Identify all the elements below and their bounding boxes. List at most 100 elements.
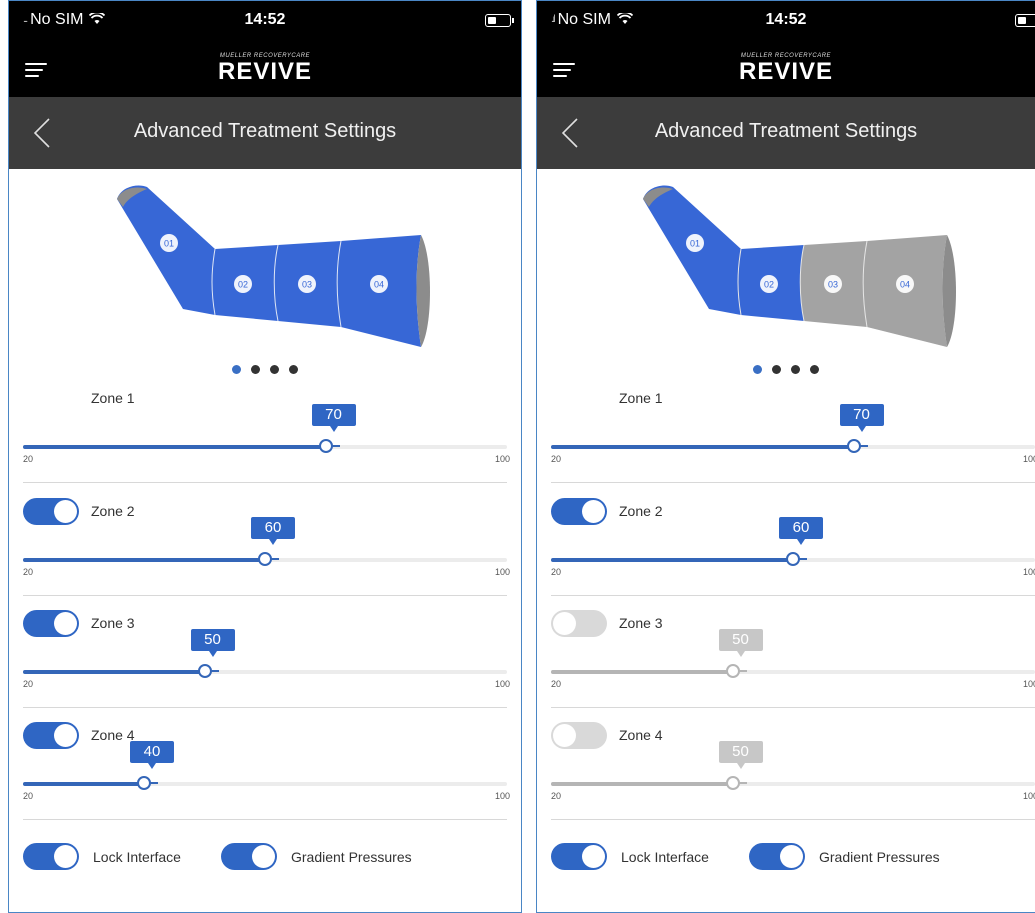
slider-thumb[interactable] xyxy=(258,552,279,566)
sleeve-zone-badge: 04 xyxy=(896,275,914,293)
zone-label: Zone 3 xyxy=(91,615,135,631)
zone-3-control: Zone 3 50 20 100 xyxy=(23,610,510,727)
slider-value-bubble: 70 xyxy=(839,404,884,432)
app-logo: MUELLER RECOVERYCARE REVIVE xyxy=(537,53,1035,85)
phone-screen-right: ..ıl No SIM 14:52 MUELLER RECOVERYCARE RE… xyxy=(536,0,1035,913)
slider-min-label: 20 xyxy=(23,567,34,577)
page-dot[interactable] xyxy=(791,365,800,374)
page-dot[interactable] xyxy=(810,365,819,374)
slider-value-bubble: 70 xyxy=(311,404,356,432)
slider-min-label: 20 xyxy=(551,791,562,801)
zone-4-control: Zone 4 40 20 100 xyxy=(23,722,510,839)
slider-value-bubble: 40 xyxy=(130,741,174,769)
zone-2-control: Zone 2 60 20 100 xyxy=(551,498,1035,615)
slider-max-label: 100 xyxy=(1022,679,1035,689)
divider xyxy=(23,819,507,820)
svg-text:04: 04 xyxy=(374,280,384,290)
compression-sleeve-diagram: 01 02 03 04 xyxy=(117,185,430,347)
zone-2-toggle[interactable] xyxy=(23,498,79,525)
page-dot[interactable] xyxy=(753,365,762,374)
divider xyxy=(23,482,507,483)
zone-3-toggle[interactable] xyxy=(23,610,79,637)
app-header: MUELLER RECOVERYCARE REVIVE xyxy=(9,51,521,97)
slider-max-label: 100 xyxy=(1022,454,1035,464)
svg-text:01: 01 xyxy=(690,239,700,249)
gradient-pressures-toggle[interactable] xyxy=(221,843,277,870)
page-dot[interactable] xyxy=(251,365,260,374)
toggle-knob xyxy=(553,612,576,635)
slider-thumb[interactable] xyxy=(197,664,219,678)
zone-label: Zone 3 xyxy=(619,615,663,631)
pressure-slider[interactable] xyxy=(551,439,1035,453)
pressure-slider[interactable] xyxy=(551,552,1035,566)
slider-fill xyxy=(23,558,265,562)
zone-3-toggle[interactable] xyxy=(551,610,607,637)
logo-brand-big: REVIVE xyxy=(217,58,313,85)
lock-interface-toggle[interactable] xyxy=(551,843,607,870)
slider-value-bubble: 60 xyxy=(779,517,823,545)
divider xyxy=(551,707,1035,708)
slider-max-label: 100 xyxy=(494,791,510,801)
divider xyxy=(23,595,507,596)
zone-label: Zone 4 xyxy=(619,727,663,743)
slider-value-bubble: 60 xyxy=(251,517,295,545)
sleeve-zone-badge: 03 xyxy=(824,275,842,293)
slider-min-label: 20 xyxy=(551,454,562,464)
page-dot[interactable] xyxy=(772,365,781,374)
slider-max-label: 100 xyxy=(1022,791,1035,801)
slider-value-bubble: 50 xyxy=(718,629,763,657)
slider-min-label: 20 xyxy=(23,454,34,464)
pressure-slider[interactable] xyxy=(551,776,1035,790)
battery-icon xyxy=(1015,14,1035,27)
page-dot[interactable] xyxy=(289,365,298,374)
slider-min-label: 20 xyxy=(23,679,34,689)
slider-fill xyxy=(551,445,854,449)
zone-4-toggle[interactable] xyxy=(551,722,607,749)
title-bar: Advanced Treatment Settings xyxy=(537,97,1035,169)
compression-sleeve-diagram: 01 02 03 04 xyxy=(643,185,956,347)
page-title: Advanced Treatment Settings xyxy=(654,120,918,142)
zone-4-toggle[interactable] xyxy=(23,722,79,749)
zone-label: Zone 2 xyxy=(91,503,135,519)
sleeve-zone-badge: 04 xyxy=(370,275,388,293)
slider-min-label: 20 xyxy=(551,679,562,689)
slider-fill xyxy=(551,782,733,786)
toggle-knob xyxy=(54,724,77,747)
page-dot[interactable] xyxy=(232,365,241,374)
lock-interface-toggle[interactable] xyxy=(23,843,79,870)
title-bar: Advanced Treatment Settings xyxy=(9,97,521,169)
clock: 14:52 xyxy=(244,11,286,28)
page-indicator[interactable] xyxy=(9,361,521,379)
pressure-slider[interactable] xyxy=(551,664,1035,678)
toggle-knob xyxy=(252,845,275,868)
slider-fill xyxy=(551,670,733,674)
slider-thumb[interactable] xyxy=(786,552,807,566)
slider-thumb[interactable] xyxy=(725,776,747,790)
page-title: Advanced Treatment Settings xyxy=(133,120,397,142)
settings-toggles: Lock Interface Gradient Pressures xyxy=(551,843,1035,873)
slider-thumb[interactable] xyxy=(318,439,340,453)
page-indicator[interactable] xyxy=(537,361,1035,379)
slider-thumb[interactable] xyxy=(846,439,868,453)
slider-value-bubble: 50 xyxy=(718,741,763,769)
toggle-knob xyxy=(54,845,77,868)
toggle-knob xyxy=(582,845,605,868)
toggle-knob xyxy=(54,500,77,523)
zone-2-toggle[interactable] xyxy=(551,498,607,525)
zone-1-control: Zone 1 70 20 100 xyxy=(23,390,510,502)
pressure-slider[interactable] xyxy=(23,664,507,678)
slider-thumb[interactable] xyxy=(137,776,158,790)
zone-4-control: Zone 4 50 20 100 xyxy=(551,722,1035,839)
app-logo: MUELLER RECOVERYCARE REVIVE xyxy=(9,53,521,85)
slider-thumb[interactable] xyxy=(725,664,747,678)
pressure-slider[interactable] xyxy=(23,439,507,453)
slider-fill xyxy=(23,670,205,674)
pressure-slider[interactable] xyxy=(23,552,507,566)
battery-icon xyxy=(485,14,514,27)
pressure-slider[interactable] xyxy=(23,776,507,790)
lock-interface-label: Lock Interface xyxy=(621,849,709,865)
toggle-knob xyxy=(780,845,803,868)
gradient-pressures-toggle[interactable] xyxy=(749,843,805,870)
app-header: MUELLER RECOVERYCARE REVIVE xyxy=(537,51,1035,97)
page-dot[interactable] xyxy=(270,365,279,374)
